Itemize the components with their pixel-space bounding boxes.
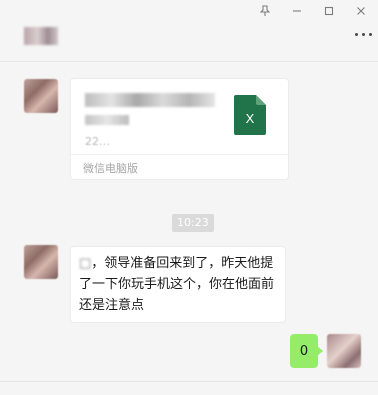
- file-name-line2: [85, 115, 129, 125]
- self-message-text: 0: [299, 343, 309, 359]
- more-dots-icon[interactable]: [355, 33, 372, 36]
- file-message-card[interactable]: 22… X 微信电脑版: [70, 78, 289, 180]
- self-avatar[interactable]: [327, 334, 361, 368]
- self-message-bubble[interactable]: 0: [290, 334, 323, 368]
- file-size: 22…: [85, 135, 110, 148]
- minimize-icon[interactable]: [288, 2, 306, 20]
- message-timestamp: 10:23: [172, 214, 214, 232]
- excel-file-icon: X: [234, 95, 266, 135]
- window-controls: [256, 2, 370, 20]
- text-message-bubble[interactable]: □，领导准备回来到了，昨天他提了一下你玩手机这个，你在他面前还是注意点: [70, 246, 286, 323]
- close-icon[interactable]: [352, 2, 370, 20]
- pin-icon[interactable]: [256, 2, 274, 20]
- file-name: [85, 93, 215, 107]
- card-divider: [71, 154, 288, 155]
- input-area-divider: [0, 381, 378, 395]
- message-text: ，领导准备回来到了，昨天他提了一下你玩手机这个，你在他面前还是注意点: [79, 256, 275, 313]
- chat-header: [0, 0, 378, 62]
- blurred-name: □: [79, 256, 92, 271]
- maximize-icon[interactable]: [320, 2, 338, 20]
- contact-avatar[interactable]: [24, 245, 58, 279]
- file-source-label: 微信电脑版: [83, 162, 138, 175]
- chat-title: [24, 27, 58, 45]
- contact-avatar[interactable]: [24, 79, 58, 113]
- svg-text:X: X: [246, 111, 255, 126]
